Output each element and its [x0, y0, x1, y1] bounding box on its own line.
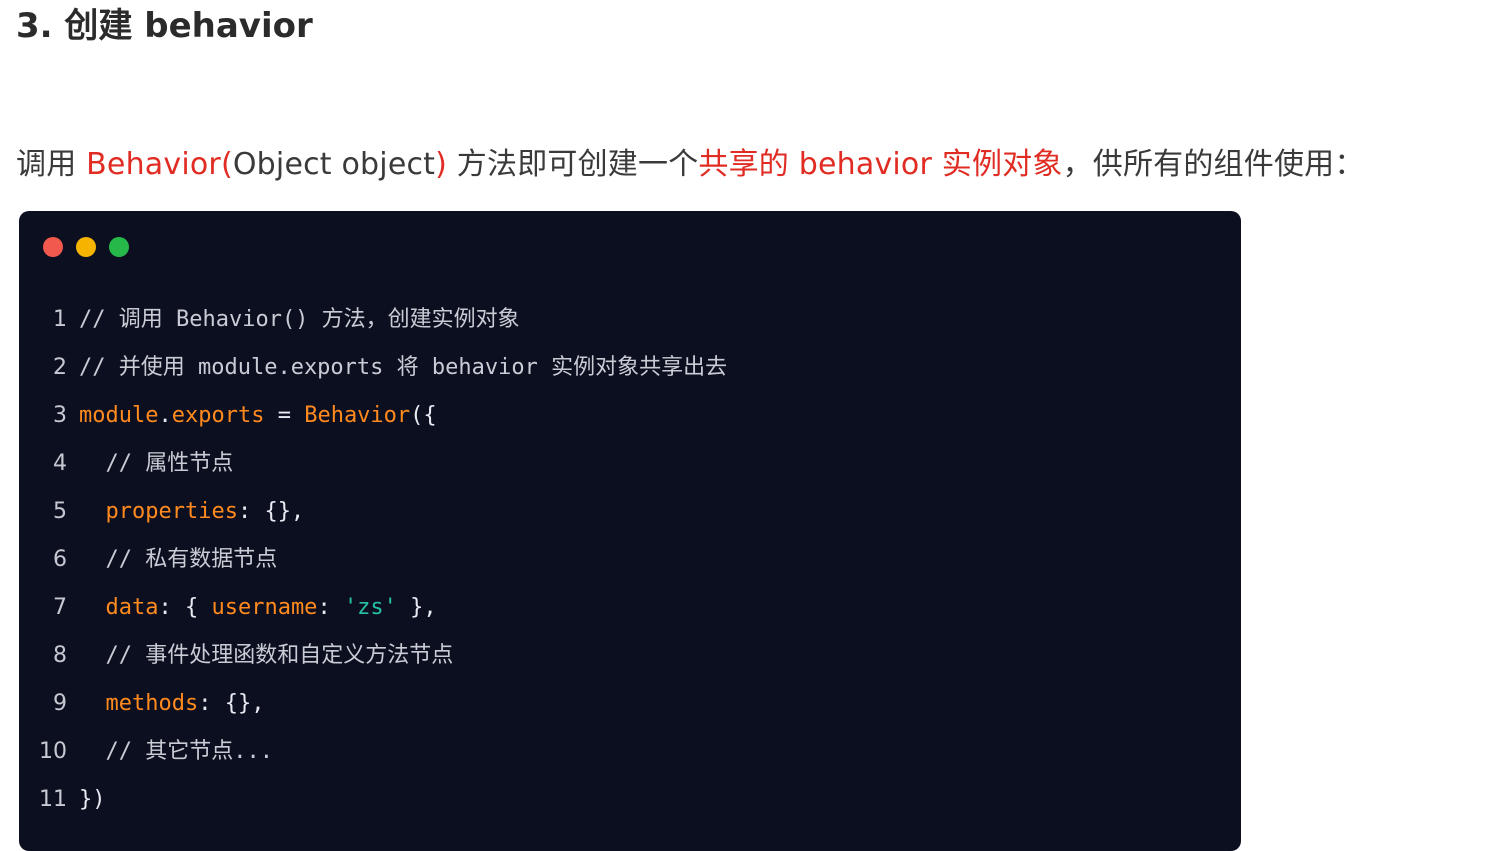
- line-number: 1: [53, 307, 67, 332]
- line-number: 8: [53, 643, 67, 668]
- code-token-close: },: [396, 595, 437, 620]
- code-comment: // 私有数据节点: [79, 547, 278, 572]
- intro-text-2: Object object: [232, 147, 436, 182]
- line-number: 2: [53, 355, 67, 380]
- code-window: 1 // 调用 Behavior() 方法，创建实例对象 2 // 并使用 mo…: [19, 211, 1241, 851]
- code-token-value: : {},: [237, 499, 305, 524]
- code-token-methods: methods: [105, 691, 199, 716]
- intro-text-3: 方法即可创建一个: [447, 147, 699, 182]
- line-number: 10: [39, 739, 67, 764]
- minimize-dot-icon: [76, 237, 96, 257]
- code-comment: // 其它节点...: [79, 739, 273, 764]
- intro-highlight-shared: 共享的 behavior 实例对象: [698, 147, 1063, 182]
- maximize-dot-icon: [109, 237, 129, 257]
- code-token-equals: =: [264, 403, 305, 428]
- code-line: 9 methods: {},: [19, 680, 1241, 728]
- code-line: 5 properties: {},: [19, 488, 1241, 536]
- code-token-properties: properties: [105, 499, 238, 524]
- code-line: 3 module.exports = Behavior({: [19, 392, 1241, 440]
- code-token-behavior: Behavior: [304, 403, 411, 428]
- line-number: 4: [53, 451, 67, 476]
- code-comment: // 调用 Behavior() 方法，创建实例对象: [79, 307, 520, 332]
- line-number: 3: [53, 403, 67, 428]
- line-number: 7: [53, 595, 67, 620]
- code-line: 7 data: { username: 'zs' },: [19, 584, 1241, 632]
- line-number: 9: [53, 691, 67, 716]
- code-block: 1 // 调用 Behavior() 方法，创建实例对象 2 // 并使用 mo…: [19, 296, 1241, 824]
- code-text: properties: {},: [79, 488, 1241, 536]
- code-comment: // 属性节点: [79, 451, 234, 476]
- code-comment: // 并使用 module.exports 将 behavior 实例对象共享出…: [79, 355, 728, 380]
- code-token-exports: exports: [171, 403, 265, 428]
- code-token-open: ({: [410, 403, 437, 428]
- code-line: 10 // 其它节点...: [19, 728, 1241, 776]
- code-token-data: data: [105, 595, 159, 620]
- close-dot-icon: [43, 237, 63, 257]
- code-token-colon: :: [317, 595, 344, 620]
- code-line: 2 // 并使用 module.exports 将 behavior 实例对象共…: [19, 344, 1241, 392]
- code-comment: // 事件处理函数和自定义方法节点: [79, 643, 454, 668]
- code-token-colon: : {: [158, 595, 212, 620]
- line-number: 6: [53, 547, 67, 572]
- code-line: 1 // 调用 Behavior() 方法，创建实例对象: [19, 296, 1241, 344]
- code-token-username: username: [211, 595, 318, 620]
- code-token-string: 'zs': [343, 595, 397, 620]
- intro-paragraph: 调用 Behavior(Object object) 方法即可创建一个共享的 b…: [16, 142, 1365, 188]
- code-text: methods: {},: [79, 680, 1241, 728]
- line-number: 5: [53, 499, 67, 524]
- intro-text-4: ，供所有的组件使用：: [1062, 147, 1365, 182]
- code-text: module.exports = Behavior({: [79, 392, 1241, 440]
- intro-highlight-paren: ): [435, 147, 448, 182]
- line-number: 11: [39, 787, 67, 812]
- window-controls: [43, 237, 129, 257]
- code-text: data: { username: 'zs' },: [79, 584, 1241, 632]
- intro-highlight-behavior: Behavior(: [86, 147, 233, 182]
- code-line: 6 // 私有数据节点: [19, 536, 1241, 584]
- code-token-module: module: [79, 403, 159, 428]
- code-token-dot: .: [158, 403, 172, 428]
- code-token-value: : {},: [198, 691, 265, 716]
- section-heading: 3. 创建 behavior: [16, 6, 313, 46]
- code-line: 11 }): [19, 776, 1241, 824]
- code-text: }): [79, 787, 106, 812]
- intro-text-1: 调用: [16, 147, 87, 182]
- code-line: 4 // 属性节点: [19, 440, 1241, 488]
- code-line: 8 // 事件处理函数和自定义方法节点: [19, 632, 1241, 680]
